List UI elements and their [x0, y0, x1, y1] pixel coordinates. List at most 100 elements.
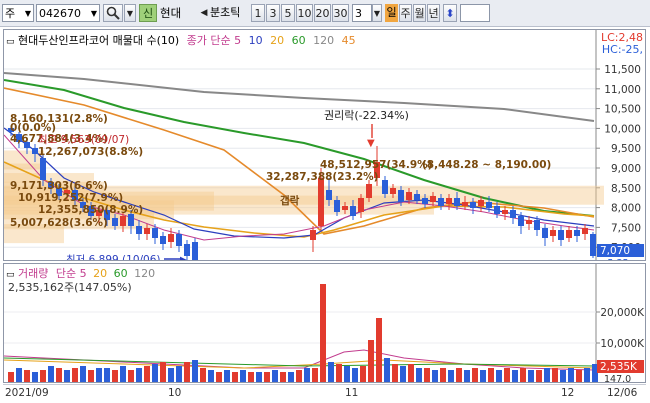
minute-10-button[interactable]: 10: [296, 4, 313, 22]
volume-bar: [248, 372, 254, 382]
candle-body: [350, 206, 356, 216]
minute-20-button[interactable]: 20: [314, 4, 331, 22]
current-price-label: 7,070: [600, 245, 630, 257]
candle-body: [40, 158, 46, 180]
price-ma-5: 5: [234, 34, 242, 47]
candle-body: [590, 234, 596, 256]
volume-bar: [392, 364, 398, 382]
updown-toggle-button[interactable]: ⬍: [443, 4, 457, 22]
price-chart[interactable]: 11,500 11,000 10,500 10,000 9,500 9,000 8,500 8…: [4, 30, 645, 260]
candle-body: [486, 202, 492, 208]
volume-bar: [128, 370, 134, 382]
volume-bar: [480, 370, 486, 382]
candle-body: [334, 200, 340, 212]
current-volume-label: 2,535,162주(147.05%): [8, 281, 132, 294]
company-short-label: 현대: [160, 6, 182, 20]
signal-badge[interactable]: 신: [139, 4, 157, 22]
minute-1-button[interactable]: 1: [251, 4, 265, 22]
price-tick-label: 9,500: [611, 143, 641, 155]
volume-bar: [456, 368, 462, 382]
volume-bar: [152, 364, 158, 382]
market-select[interactable]: 주 ▼: [2, 4, 34, 22]
week-button[interactable]: 주: [399, 4, 412, 22]
search-menu-button[interactable]: ▼: [124, 4, 136, 22]
candle-body: [478, 200, 484, 206]
minute-5-button[interactable]: 5: [281, 4, 295, 22]
volume-bar: [552, 368, 558, 382]
volume-bar: [48, 366, 54, 382]
x-label-2021-09: 2021/09: [5, 387, 49, 399]
volume-bar: [296, 370, 302, 382]
volume-bar: [408, 364, 414, 382]
candle-body: [494, 206, 500, 214]
year-button[interactable]: 년: [427, 4, 440, 22]
updown-arrow-icon: ⬍: [445, 7, 455, 20]
price-panel[interactable]: 11,500 11,000 10,500 10,000 9,500 9,000 8,500 8…: [3, 29, 646, 261]
candle-body: [502, 210, 508, 214]
low-annotation: 최저 6,899 (10/06): [66, 254, 161, 260]
rights-annotation: 권리락(-22.34%): [324, 109, 409, 122]
volume-bar: [80, 366, 86, 382]
candle-body: [342, 206, 348, 210]
extra-input[interactable]: [460, 4, 490, 22]
volume-bar: [136, 368, 142, 382]
volume-panel[interactable]: 20,000K 10,000K 2,535K 147.0 ▭ 거래량 단순 5 20 …: [3, 263, 646, 383]
minute-3-button[interactable]: 3: [266, 4, 280, 22]
volume-bar: [224, 370, 230, 382]
volume-tick-label: 10,000K: [600, 338, 645, 350]
market-select-value: 주: [5, 7, 16, 20]
candle-body: [112, 218, 118, 226]
period-prev-button[interactable]: ◀: [199, 4, 209, 22]
price-ma-10: 10: [248, 34, 263, 47]
volume-bar: [232, 372, 238, 382]
x-axis: 2021/09 10 11 12 12/06: [3, 384, 646, 403]
range-label: (8,448.28 ~ 8,190.00): [422, 159, 551, 171]
price-ma-60: 60: [291, 34, 306, 47]
volume-bar: [328, 362, 334, 382]
chart-area: 11,500 11,000 10,500 10,000 9,500 9,000 8,500 8…: [0, 27, 650, 403]
period-label[interactable]: 분초틱: [210, 4, 250, 22]
candle-body: [390, 188, 396, 194]
high-annotation: 최고 9,563(09/07): [38, 134, 129, 146]
price-tick-label: 9,000: [611, 163, 641, 175]
collapse-icon[interactable]: ▭: [6, 37, 15, 47]
current-change-label: -5.35: [604, 258, 629, 260]
volume-bar: [192, 360, 198, 382]
x-label-12: 12: [561, 387, 575, 399]
candle-body: [136, 226, 142, 234]
current-volume-tag-label: 2,535K: [600, 361, 638, 373]
volume-bar: [488, 368, 494, 382]
search-icon: [106, 6, 120, 20]
volume-bar: [264, 372, 270, 382]
candle-body: [438, 198, 444, 206]
volume-bar: [576, 370, 582, 382]
volume-bar: [56, 368, 62, 382]
candle-body: [518, 216, 524, 226]
volume-bar: [88, 370, 94, 382]
candle-body: [430, 196, 436, 202]
volume-bar: [32, 372, 38, 382]
volume-bar: [112, 370, 118, 382]
price-tick-label: 11,000: [604, 84, 641, 96]
volume-bar: [512, 370, 518, 382]
period-dropdown-button[interactable]: ▼: [372, 4, 382, 22]
volume-bar: [272, 370, 278, 382]
day-button[interactable]: 일: [385, 4, 398, 22]
stock-code-input[interactable]: 042670 ▼: [36, 4, 100, 22]
volume-bar: [536, 370, 542, 382]
candle-body: [574, 230, 580, 236]
volume-bar: [416, 368, 422, 382]
search-button[interactable]: [103, 4, 123, 22]
price-tick-label: 8,000: [611, 203, 641, 215]
volume-profile-label: 12,355,850(8.9%): [38, 204, 143, 216]
month-button[interactable]: 월: [413, 4, 426, 22]
minute-30-button[interactable]: 30: [332, 4, 349, 22]
period-value-input[interactable]: 3: [352, 4, 372, 22]
candle-body: [382, 180, 388, 194]
volume-bar: [64, 370, 70, 382]
candle-body: [550, 230, 556, 236]
candle-body: [414, 194, 420, 200]
candle-body: [526, 220, 532, 224]
volume-bar: [584, 368, 590, 382]
volume-bar: [304, 368, 310, 382]
